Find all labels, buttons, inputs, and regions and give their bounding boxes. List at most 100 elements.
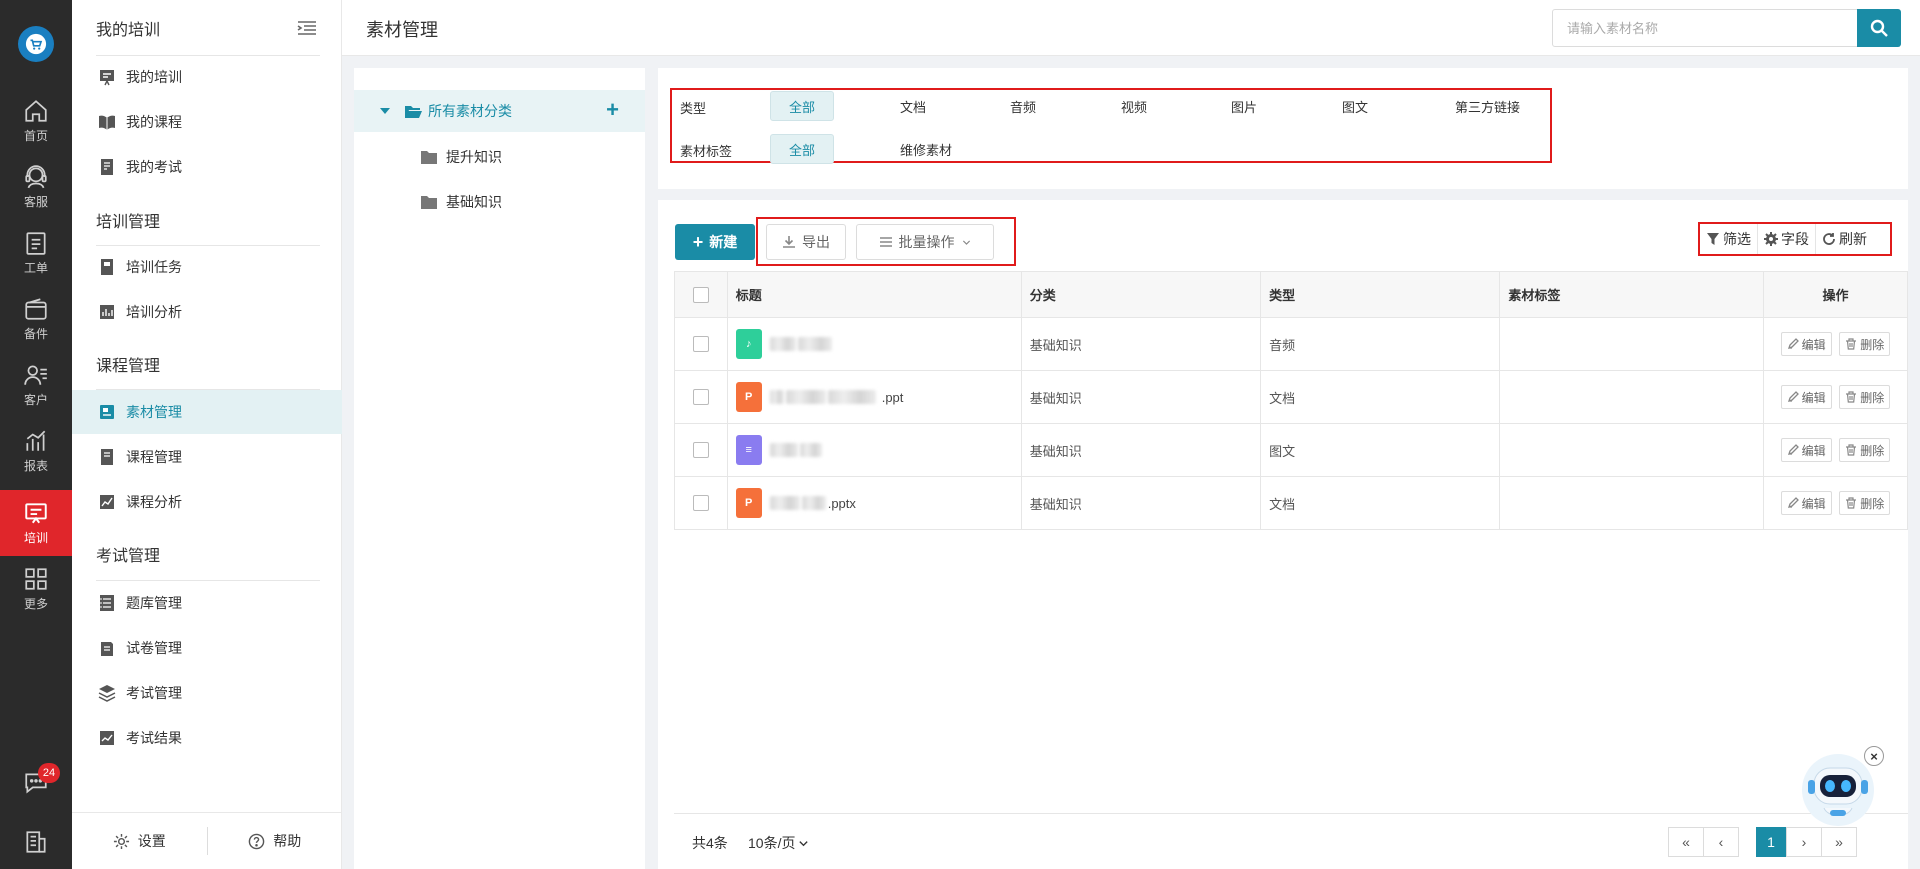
type-option-document[interactable]: 文档	[900, 91, 926, 121]
column-type[interactable]: 类型	[1260, 271, 1501, 318]
row-select-cell	[674, 423, 728, 477]
next-page-button[interactable]: ›	[1786, 827, 1822, 857]
row-title-cell[interactable]: P .pptx	[726, 476, 1022, 530]
row-title-cell[interactable]: ≡	[726, 423, 1022, 477]
folder-icon	[421, 151, 437, 164]
edit-button[interactable]: 编辑	[1780, 332, 1832, 356]
first-page-button[interactable]: «	[1668, 827, 1704, 857]
delete-button[interactable]: 删除	[1839, 491, 1891, 515]
rail-item-customer[interactable]: 客户	[0, 352, 72, 418]
type-option-image[interactable]: 图片	[1231, 91, 1257, 121]
filter-button[interactable]: 筛选	[1700, 224, 1757, 254]
rail-item-training[interactable]: 培训	[0, 490, 72, 556]
app-logo[interactable]	[18, 26, 54, 62]
tree-node-advanced[interactable]: 提升知识	[420, 142, 502, 172]
edit-button[interactable]: 编辑	[1780, 438, 1832, 462]
delete-button[interactable]: 删除	[1839, 385, 1891, 409]
row-actions-cell: 编辑 删除	[1762, 370, 1909, 424]
sidebar-item-exam-result[interactable]: 考试结果	[72, 717, 342, 759]
table-row[interactable]: ♪ 基础知识 音频 编辑 删除	[674, 317, 1909, 371]
type-option-video[interactable]: 视频	[1121, 91, 1147, 121]
type-option-article[interactable]: 图文	[1342, 91, 1368, 121]
rail-item-more[interactable]: 更多	[0, 556, 72, 622]
table-row[interactable]: P .pptx 基础知识 文档 编辑 删除	[674, 476, 1909, 530]
rail-org[interactable]	[0, 822, 72, 862]
rail-item-parts[interactable]: 备件	[0, 286, 72, 352]
assistant-robot-icon[interactable]	[1800, 750, 1876, 830]
new-button[interactable]: + 新建	[675, 224, 755, 260]
rail-item-service[interactable]: 客服	[0, 154, 72, 220]
trash-icon	[1846, 497, 1857, 509]
row-checkbox[interactable]	[692, 442, 709, 459]
prev-page-button[interactable]: ‹	[1703, 827, 1739, 857]
tag-option-repair[interactable]: 维修素材	[900, 134, 952, 164]
sidebar-item-material[interactable]: 素材管理	[72, 390, 342, 434]
exam-paper-icon	[101, 159, 113, 175]
type-option-third-party-link[interactable]: 第三方链接	[1455, 91, 1520, 121]
table-row[interactable]: P .ppt 基础知识 文档 编辑 删除	[674, 370, 1909, 424]
delete-button[interactable]: 删除	[1839, 438, 1891, 462]
rail-messages[interactable]	[0, 762, 72, 802]
rail-item-home[interactable]: 首页	[0, 88, 72, 154]
export-button[interactable]: 导出	[766, 224, 846, 260]
add-category-icon[interactable]: +	[606, 99, 619, 121]
row-checkbox[interactable]	[692, 389, 709, 406]
type-option-audio[interactable]: 音频	[1010, 91, 1036, 121]
row-title-cell[interactable]: P .ppt	[726, 370, 1022, 424]
settings-button[interactable]: 设置	[72, 831, 207, 851]
sidebar-item-exam-manage[interactable]: 考试管理	[72, 672, 342, 714]
table-row[interactable]: ≡ 基础知识 图文 编辑 删除	[674, 423, 1909, 477]
sidebar-item-my-training[interactable]: 我的培训	[72, 56, 342, 98]
rail-item-ticket[interactable]: 工单	[0, 220, 72, 286]
page-title: 素材管理	[366, 20, 438, 40]
sidebar-item-my-course[interactable]: 我的课程	[72, 101, 342, 143]
sidebar-item-training-task[interactable]: 培训任务	[72, 246, 342, 288]
edit-button[interactable]: 编辑	[1780, 491, 1832, 515]
sidebar-item-question-bank[interactable]: 题库管理	[72, 582, 342, 624]
refresh-button[interactable]: 刷新	[1815, 224, 1873, 254]
row-actions-cell: 编辑 删除	[1762, 476, 1909, 530]
sidebar-item-exam-paper[interactable]: 试卷管理	[72, 627, 342, 669]
tree-node-basic[interactable]: 基础知识	[420, 187, 502, 217]
sidebar-item-course-manage[interactable]: 课程管理	[72, 436, 342, 478]
headset-icon	[25, 165, 47, 189]
sidebar-item-training-analysis[interactable]: 培训分析	[72, 291, 342, 333]
row-title-cell[interactable]: ♪	[726, 317, 1022, 371]
sidebar-item-my-exam[interactable]: 我的考试	[72, 146, 342, 188]
rail-item-report[interactable]: 报表	[0, 418, 72, 484]
tree-root-all[interactable]: 所有素材分类 +	[354, 90, 645, 132]
page-1-button[interactable]: 1	[1756, 827, 1786, 857]
row-type-cell: 图文	[1260, 423, 1500, 477]
row-tag-cell	[1499, 423, 1764, 477]
close-assistant-button[interactable]: ×	[1864, 746, 1884, 766]
last-page-button[interactable]: »	[1821, 827, 1857, 857]
fields-button[interactable]: 字段	[1757, 224, 1815, 254]
column-category[interactable]: 分类	[1020, 271, 1262, 318]
row-checkbox[interactable]	[692, 336, 709, 353]
caret-down-icon[interactable]	[380, 108, 390, 114]
row-checkbox[interactable]	[692, 495, 709, 512]
pencil-icon	[1787, 444, 1799, 456]
column-tag[interactable]: 素材标签	[1499, 271, 1764, 318]
delete-button[interactable]: 删除	[1839, 332, 1891, 356]
grid-icon	[25, 568, 47, 590]
type-option-all[interactable]: 全部	[770, 91, 834, 121]
column-title[interactable]: 标题	[726, 271, 1022, 318]
sidebar-item-course-analysis[interactable]: 课程分析	[72, 481, 342, 523]
edit-button[interactable]: 编辑	[1780, 385, 1832, 409]
batch-operation-button[interactable]: 批量操作	[856, 224, 994, 260]
page-size-select[interactable]: 10条/页	[748, 833, 809, 853]
trash-icon	[1846, 391, 1857, 403]
select-all-checkbox[interactable]	[692, 286, 709, 303]
blurred-title	[801, 496, 826, 510]
search-input[interactable]	[1552, 9, 1862, 47]
gear-icon	[113, 833, 129, 849]
chevron-down-icon	[799, 840, 809, 846]
layers-icon	[98, 685, 116, 702]
collapse-menu-icon[interactable]	[297, 20, 317, 36]
help-button[interactable]: 帮助	[208, 831, 343, 851]
search-button[interactable]	[1857, 9, 1901, 47]
tag-option-all[interactable]: 全部	[770, 134, 834, 164]
article-file-icon: ≡	[735, 435, 762, 465]
blurred-title	[827, 390, 876, 404]
